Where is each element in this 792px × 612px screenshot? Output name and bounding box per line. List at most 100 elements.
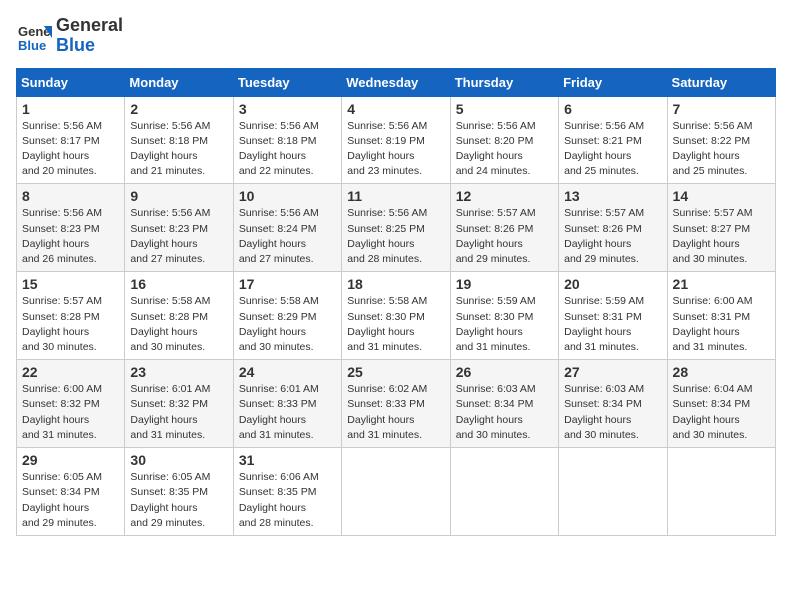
day-number: 3 <box>239 101 336 117</box>
day-number: 30 <box>130 452 227 468</box>
calendar-cell: 22 Sunrise: 6:00 AM Sunset: 8:32 PM Dayl… <box>17 360 125 448</box>
day-number: 23 <box>130 364 227 380</box>
calendar-cell: 14 Sunrise: 5:57 AM Sunset: 8:27 PM Dayl… <box>667 184 775 272</box>
weekday-wednesday: Wednesday <box>342 68 450 96</box>
calendar-cell: 8 Sunrise: 5:56 AM Sunset: 8:23 PM Dayli… <box>17 184 125 272</box>
day-number: 13 <box>564 188 661 204</box>
day-info: Sunrise: 5:57 AM Sunset: 8:28 PM Dayligh… <box>22 294 119 355</box>
day-number: 22 <box>22 364 119 380</box>
day-info: Sunrise: 6:03 AM Sunset: 8:34 PM Dayligh… <box>564 382 661 443</box>
calendar-cell: 6 Sunrise: 5:56 AM Sunset: 8:21 PM Dayli… <box>559 96 667 184</box>
day-number: 12 <box>456 188 553 204</box>
day-number: 20 <box>564 276 661 292</box>
calendar-cell: 28 Sunrise: 6:04 AM Sunset: 8:34 PM Dayl… <box>667 360 775 448</box>
day-info: Sunrise: 5:57 AM Sunset: 8:27 PM Dayligh… <box>673 206 770 267</box>
logo: General Blue General Blue <box>16 16 123 56</box>
day-info: Sunrise: 5:58 AM Sunset: 8:30 PM Dayligh… <box>347 294 444 355</box>
day-info: Sunrise: 6:01 AM Sunset: 8:32 PM Dayligh… <box>130 382 227 443</box>
calendar-cell <box>450 448 558 536</box>
day-number: 6 <box>564 101 661 117</box>
calendar-cell: 13 Sunrise: 5:57 AM Sunset: 8:26 PM Dayl… <box>559 184 667 272</box>
calendar-cell: 25 Sunrise: 6:02 AM Sunset: 8:33 PM Dayl… <box>342 360 450 448</box>
day-info: Sunrise: 6:02 AM Sunset: 8:33 PM Dayligh… <box>347 382 444 443</box>
day-info: Sunrise: 6:05 AM Sunset: 8:35 PM Dayligh… <box>130 470 227 531</box>
calendar-cell <box>559 448 667 536</box>
calendar-cell: 24 Sunrise: 6:01 AM Sunset: 8:33 PM Dayl… <box>233 360 341 448</box>
day-number: 31 <box>239 452 336 468</box>
calendar-cell: 31 Sunrise: 6:06 AM Sunset: 8:35 PM Dayl… <box>233 448 341 536</box>
calendar-cell: 5 Sunrise: 5:56 AM Sunset: 8:20 PM Dayli… <box>450 96 558 184</box>
day-info: Sunrise: 5:56 AM Sunset: 8:17 PM Dayligh… <box>22 119 119 180</box>
calendar-cell <box>342 448 450 536</box>
calendar-cell: 2 Sunrise: 5:56 AM Sunset: 8:18 PM Dayli… <box>125 96 233 184</box>
calendar-cell: 21 Sunrise: 6:00 AM Sunset: 8:31 PM Dayl… <box>667 272 775 360</box>
svg-text:Blue: Blue <box>18 38 46 53</box>
calendar-week-5: 29 Sunrise: 6:05 AM Sunset: 8:34 PM Dayl… <box>17 448 776 536</box>
day-number: 4 <box>347 101 444 117</box>
weekday-friday: Friday <box>559 68 667 96</box>
day-info: Sunrise: 5:56 AM Sunset: 8:25 PM Dayligh… <box>347 206 444 267</box>
day-number: 24 <box>239 364 336 380</box>
calendar-cell: 1 Sunrise: 5:56 AM Sunset: 8:17 PM Dayli… <box>17 96 125 184</box>
day-info: Sunrise: 6:05 AM Sunset: 8:34 PM Dayligh… <box>22 470 119 531</box>
calendar: SundayMondayTuesdayWednesdayThursdayFrid… <box>16 68 776 536</box>
day-number: 11 <box>347 188 444 204</box>
calendar-cell: 23 Sunrise: 6:01 AM Sunset: 8:32 PM Dayl… <box>125 360 233 448</box>
calendar-cell: 29 Sunrise: 6:05 AM Sunset: 8:34 PM Dayl… <box>17 448 125 536</box>
weekday-saturday: Saturday <box>667 68 775 96</box>
day-number: 10 <box>239 188 336 204</box>
day-info: Sunrise: 5:56 AM Sunset: 8:24 PM Dayligh… <box>239 206 336 267</box>
day-number: 8 <box>22 188 119 204</box>
calendar-week-4: 22 Sunrise: 6:00 AM Sunset: 8:32 PM Dayl… <box>17 360 776 448</box>
calendar-cell: 30 Sunrise: 6:05 AM Sunset: 8:35 PM Dayl… <box>125 448 233 536</box>
day-info: Sunrise: 5:57 AM Sunset: 8:26 PM Dayligh… <box>564 206 661 267</box>
logo-general: General <box>56 16 123 36</box>
calendar-cell: 15 Sunrise: 5:57 AM Sunset: 8:28 PM Dayl… <box>17 272 125 360</box>
weekday-tuesday: Tuesday <box>233 68 341 96</box>
day-number: 28 <box>673 364 770 380</box>
calendar-week-3: 15 Sunrise: 5:57 AM Sunset: 8:28 PM Dayl… <box>17 272 776 360</box>
day-info: Sunrise: 5:56 AM Sunset: 8:18 PM Dayligh… <box>239 119 336 180</box>
day-info: Sunrise: 6:06 AM Sunset: 8:35 PM Dayligh… <box>239 470 336 531</box>
day-number: 26 <box>456 364 553 380</box>
day-number: 9 <box>130 188 227 204</box>
day-number: 15 <box>22 276 119 292</box>
calendar-cell: 16 Sunrise: 5:58 AM Sunset: 8:28 PM Dayl… <box>125 272 233 360</box>
logo-icon: General Blue <box>16 18 52 54</box>
day-info: Sunrise: 5:59 AM Sunset: 8:30 PM Dayligh… <box>456 294 553 355</box>
calendar-cell: 18 Sunrise: 5:58 AM Sunset: 8:30 PM Dayl… <box>342 272 450 360</box>
calendar-cell: 26 Sunrise: 6:03 AM Sunset: 8:34 PM Dayl… <box>450 360 558 448</box>
day-number: 5 <box>456 101 553 117</box>
calendar-cell: 11 Sunrise: 5:56 AM Sunset: 8:25 PM Dayl… <box>342 184 450 272</box>
day-info: Sunrise: 6:01 AM Sunset: 8:33 PM Dayligh… <box>239 382 336 443</box>
day-number: 14 <box>673 188 770 204</box>
day-info: Sunrise: 5:58 AM Sunset: 8:29 PM Dayligh… <box>239 294 336 355</box>
day-number: 27 <box>564 364 661 380</box>
weekday-sunday: Sunday <box>17 68 125 96</box>
day-number: 2 <box>130 101 227 117</box>
weekday-thursday: Thursday <box>450 68 558 96</box>
calendar-cell: 19 Sunrise: 5:59 AM Sunset: 8:30 PM Dayl… <box>450 272 558 360</box>
calendar-body: 1 Sunrise: 5:56 AM Sunset: 8:17 PM Dayli… <box>17 96 776 535</box>
header: General Blue General Blue <box>16 16 776 56</box>
calendar-cell: 12 Sunrise: 5:57 AM Sunset: 8:26 PM Dayl… <box>450 184 558 272</box>
day-number: 29 <box>22 452 119 468</box>
day-info: Sunrise: 5:56 AM Sunset: 8:18 PM Dayligh… <box>130 119 227 180</box>
logo-blue: Blue <box>56 36 123 56</box>
calendar-cell: 3 Sunrise: 5:56 AM Sunset: 8:18 PM Dayli… <box>233 96 341 184</box>
day-info: Sunrise: 5:56 AM Sunset: 8:19 PM Dayligh… <box>347 119 444 180</box>
day-info: Sunrise: 5:56 AM Sunset: 8:23 PM Dayligh… <box>130 206 227 267</box>
day-info: Sunrise: 5:56 AM Sunset: 8:22 PM Dayligh… <box>673 119 770 180</box>
day-info: Sunrise: 5:56 AM Sunset: 8:21 PM Dayligh… <box>564 119 661 180</box>
calendar-week-2: 8 Sunrise: 5:56 AM Sunset: 8:23 PM Dayli… <box>17 184 776 272</box>
calendar-cell <box>667 448 775 536</box>
day-info: Sunrise: 6:00 AM Sunset: 8:31 PM Dayligh… <box>673 294 770 355</box>
day-number: 21 <box>673 276 770 292</box>
day-number: 17 <box>239 276 336 292</box>
day-number: 16 <box>130 276 227 292</box>
day-info: Sunrise: 5:58 AM Sunset: 8:28 PM Dayligh… <box>130 294 227 355</box>
weekday-header-row: SundayMondayTuesdayWednesdayThursdayFrid… <box>17 68 776 96</box>
calendar-cell: 4 Sunrise: 5:56 AM Sunset: 8:19 PM Dayli… <box>342 96 450 184</box>
calendar-cell: 20 Sunrise: 5:59 AM Sunset: 8:31 PM Dayl… <box>559 272 667 360</box>
calendar-week-1: 1 Sunrise: 5:56 AM Sunset: 8:17 PM Dayli… <box>17 96 776 184</box>
